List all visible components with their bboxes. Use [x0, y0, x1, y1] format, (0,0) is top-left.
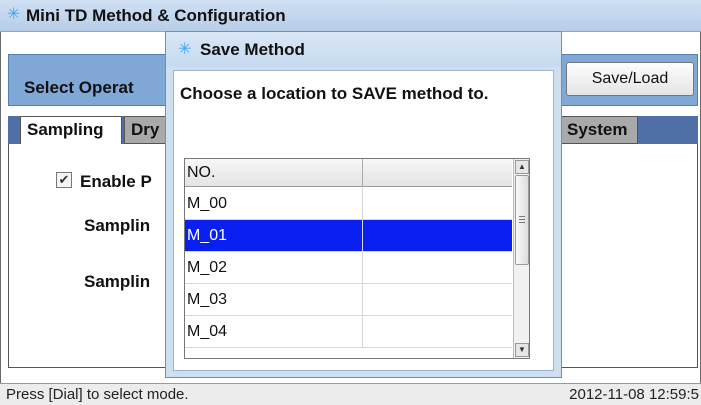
sun-icon: ✳	[178, 41, 192, 58]
save-load-button[interactable]: Save/Load	[566, 62, 694, 96]
vertical-scrollbar[interactable]: ▲ ▼	[513, 159, 529, 358]
column-header-value[interactable]	[363, 159, 512, 187]
tab-dry[interactable]: Dry	[124, 116, 169, 144]
scrollbar-thumb[interactable]	[515, 175, 529, 265]
status-datetime: 2012-11-08 12:59:5	[569, 386, 699, 403]
row-no: M_01	[185, 220, 363, 251]
row-value	[363, 316, 512, 347]
row-value	[363, 284, 512, 315]
row-value	[363, 188, 512, 219]
dialog-title-bar: ✳ Save Method	[166, 32, 561, 67]
table-row-selected[interactable]: M_01	[185, 220, 512, 252]
table-row[interactable]: M_02	[185, 252, 512, 284]
sampling-label-2: Samplin	[84, 272, 151, 291]
dialog-title: Save Method	[200, 40, 305, 59]
column-header-no[interactable]: NO.	[185, 159, 363, 187]
row-no: M_04	[185, 316, 363, 347]
arrow-up-icon[interactable]: ▲	[515, 160, 529, 174]
row-no: M_03	[185, 284, 363, 315]
sampling-label-1: Samplin	[84, 216, 151, 235]
table-row[interactable]: M_03	[185, 284, 512, 316]
dialog-prompt: Choose a location to SAVE method to.	[180, 84, 489, 103]
enable-checkbox[interactable]: ✔	[56, 172, 72, 188]
select-operation-label: Select Operat	[24, 78, 134, 97]
method-slot-table: NO. M_00 M_01 M_02 M_03 M_04 ▲ ▼	[184, 158, 530, 359]
arrow-down-icon[interactable]: ▼	[515, 343, 529, 357]
tab-sampling[interactable]: Sampling	[20, 116, 122, 144]
enable-label: Enable P	[80, 172, 152, 191]
save-method-dialog: ✳ Save Method Choose a location to SAVE …	[165, 31, 562, 378]
row-value	[363, 252, 512, 283]
status-message: Press [Dial] to select mode.	[6, 386, 189, 403]
main-window-title: Mini TD Method & Configuration	[26, 6, 286, 25]
table-header: NO.	[185, 159, 512, 187]
row-value	[363, 220, 512, 251]
row-no: M_00	[185, 188, 363, 219]
tab-system[interactable]: System	[560, 116, 638, 144]
grip-icon	[519, 216, 525, 224]
table-row[interactable]: M_04	[185, 316, 512, 348]
sun-icon: ✳	[7, 6, 21, 23]
table-row[interactable]: M_00	[185, 188, 512, 220]
row-no: M_02	[185, 252, 363, 283]
main-title-bar: ✳ Mini TD Method & Configuration	[0, 0, 701, 32]
